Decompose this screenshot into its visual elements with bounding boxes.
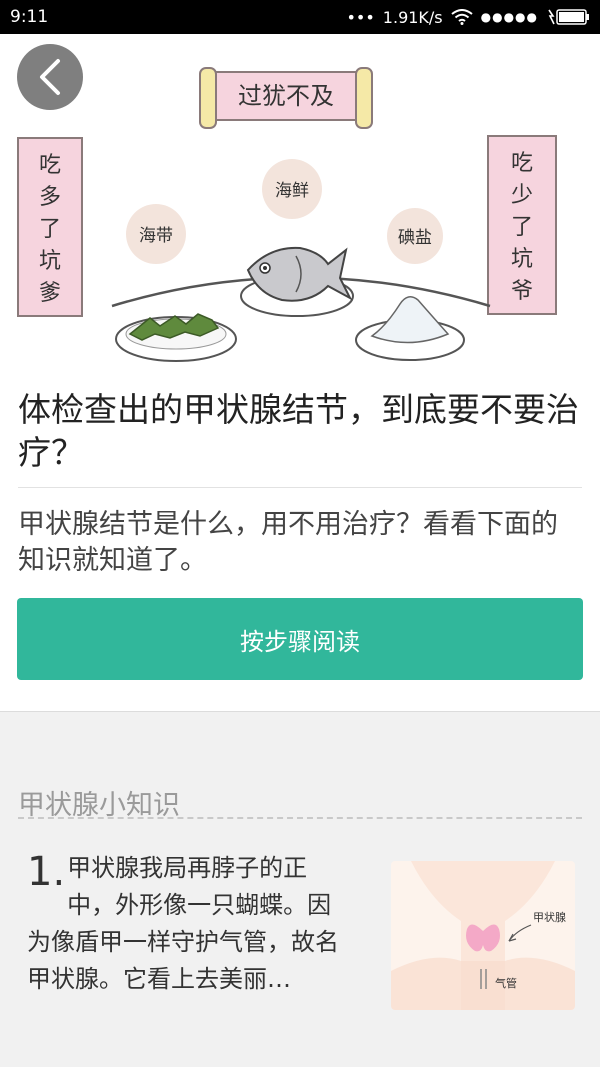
divider — [18, 487, 582, 488]
tip-text: 甲状腺我局再脖子的正中，外形像一只蝴蝶。因为像盾甲一样守护气管，故名甲状腺。它看… — [27, 854, 339, 993]
tip-number: 1. — [27, 849, 66, 895]
read-step-by-step-button[interactable]: 按步骤阅读 — [17, 598, 583, 680]
svg-text:海鲜: 海鲜 — [275, 181, 309, 201]
svg-text:碘盐: 碘盐 — [398, 228, 432, 248]
status-bar: 9:11 ••• 1.91K/s ●●●●● — [0, 0, 600, 34]
battery-icon — [548, 9, 589, 25]
chevron-left-icon — [40, 59, 60, 95]
left-scroll: 吃多了坑爹 — [17, 137, 83, 317]
thumb-label-trachea: 气管 — [495, 976, 517, 990]
signal-icon: ●●●●● — [480, 10, 538, 24]
article-description: 甲状腺结节是什么，用不用治疗？看看下面的知识就知道了。 — [18, 509, 558, 576]
fish-plate — [240, 246, 354, 317]
tip-item[interactable]: 1. 甲状腺我局再脖子的正中，外形像一只蝴蝶。因为像盾甲一样守护气管，故名甲状腺… — [27, 850, 347, 998]
article-card: 体检查出的甲状腺结节，到底要不要治疗？ 甲状腺结节是什么，用不用治疗？看看下面的… — [0, 364, 600, 712]
status-icons: ••• 1.91K/s ●●●●● — [346, 8, 590, 27]
banner-scroll: 过犹不及 — [199, 67, 373, 129]
network-speed: 1.91K/s — [382, 7, 443, 27]
bubble-salt: 碘盐 — [387, 208, 443, 264]
bubble-seafood: 海鲜 — [262, 159, 322, 219]
bubble-seaweed: 海带 — [126, 204, 186, 264]
thyroid-illustration: 甲状腺 气管 — [391, 861, 575, 1010]
wifi-icon — [451, 9, 473, 25]
salt-plate — [355, 296, 465, 361]
tip-thumbnail[interactable]: 甲状腺 气管 — [391, 861, 575, 1010]
hero-illustration: 过犹不及 吃多了坑爹 吃少了坑爷 海带 海鲜 碘盐 — [0, 34, 600, 364]
thumb-label-gland: 甲状腺 — [533, 910, 566, 924]
notification-dots: ••• — [346, 7, 375, 27]
section-divider — [18, 817, 582, 819]
banner-text: 过犹不及 — [238, 82, 334, 110]
right-scroll-text: 吃少了坑爷 — [511, 151, 533, 304]
svg-text:海带: 海带 — [139, 226, 173, 246]
right-scroll: 吃少了坑爷 — [487, 135, 557, 315]
status-time: 9:11 — [10, 7, 49, 27]
left-scroll-text: 吃多了坑爹 — [39, 153, 61, 306]
hero-artwork: 过犹不及 吃多了坑爹 吃少了坑爷 海带 海鲜 碘盐 — [17, 67, 557, 362]
back-button[interactable] — [17, 44, 83, 110]
article-title: 体检查出的甲状腺结节，到底要不要治疗？ — [18, 390, 579, 472]
seaweed-plate — [115, 313, 237, 362]
